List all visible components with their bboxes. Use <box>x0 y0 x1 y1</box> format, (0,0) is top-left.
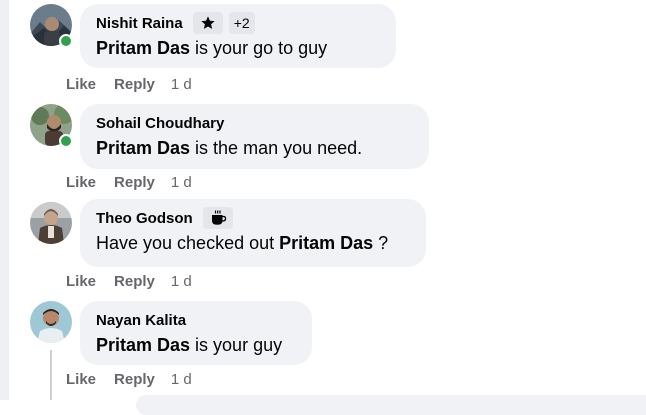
badge-count[interactable]: +2 <box>228 12 255 34</box>
comment-timestamp[interactable]: 1 d <box>171 174 192 191</box>
comment-timestamp[interactable]: 1 d <box>171 273 192 290</box>
online-status-dot <box>59 134 73 148</box>
comment-text: Pritam Das is your go to guy <box>96 38 328 58</box>
reply-button[interactable]: Reply <box>114 273 155 290</box>
like-button[interactable]: Like <box>66 76 96 93</box>
mention-link[interactable]: Pritam Das <box>279 233 373 253</box>
comment-actions: Like Reply 1 d <box>66 76 192 93</box>
comment-text: Pritam Das is your guy <box>96 335 283 355</box>
comment-author[interactable]: Nayan Kalita <box>96 312 186 329</box>
comment-actions: Like Reply 1 d <box>66 174 192 191</box>
comment-bubble: Theo Godson Have you checked out Pritam … <box>80 199 426 267</box>
comment-actions: Like Reply 1 d <box>66 273 192 290</box>
comment-timestamp[interactable]: 1 d <box>171 76 192 93</box>
comment-author[interactable]: Theo Godson <box>96 210 193 227</box>
reply-button[interactable]: Reply <box>114 174 155 191</box>
comment-bubble: Sohail Choudhary Pritam Das is the man y… <box>80 104 429 169</box>
comment-author[interactable]: Sohail Choudhary <box>96 115 224 132</box>
comment-bubble: Nayan Kalita Pritam Das is your guy <box>80 301 312 365</box>
star-icon[interactable] <box>192 12 223 34</box>
thread-line <box>50 350 52 400</box>
reply-bubble-partial <box>136 395 646 415</box>
comment-text: Have you checked out Pritam Das ? <box>96 233 389 253</box>
like-button[interactable]: Like <box>66 371 96 388</box>
avatar[interactable] <box>30 301 72 343</box>
coffee-cup-icon[interactable] <box>202 207 233 229</box>
mention-link[interactable]: Pritam Das <box>96 138 190 158</box>
mention-link[interactable]: Pritam Das <box>96 335 190 355</box>
comment-actions: Like Reply 1 d <box>66 371 192 388</box>
reply-button[interactable]: Reply <box>114 371 155 388</box>
comment-text: Pritam Das is the man you need. <box>96 138 363 158</box>
comment-timestamp[interactable]: 1 d <box>171 371 192 388</box>
like-button[interactable]: Like <box>66 174 96 191</box>
left-rail <box>0 0 9 400</box>
online-status-dot <box>59 34 73 48</box>
mention-link[interactable]: Pritam Das <box>96 38 190 58</box>
reply-button[interactable]: Reply <box>114 76 155 93</box>
comment-author[interactable]: Nishit Raina <box>96 15 183 32</box>
like-button[interactable]: Like <box>66 273 96 290</box>
avatar[interactable] <box>30 202 72 244</box>
comment-bubble: Nishit Raina +2 Pritam Das is your go to… <box>80 4 396 68</box>
